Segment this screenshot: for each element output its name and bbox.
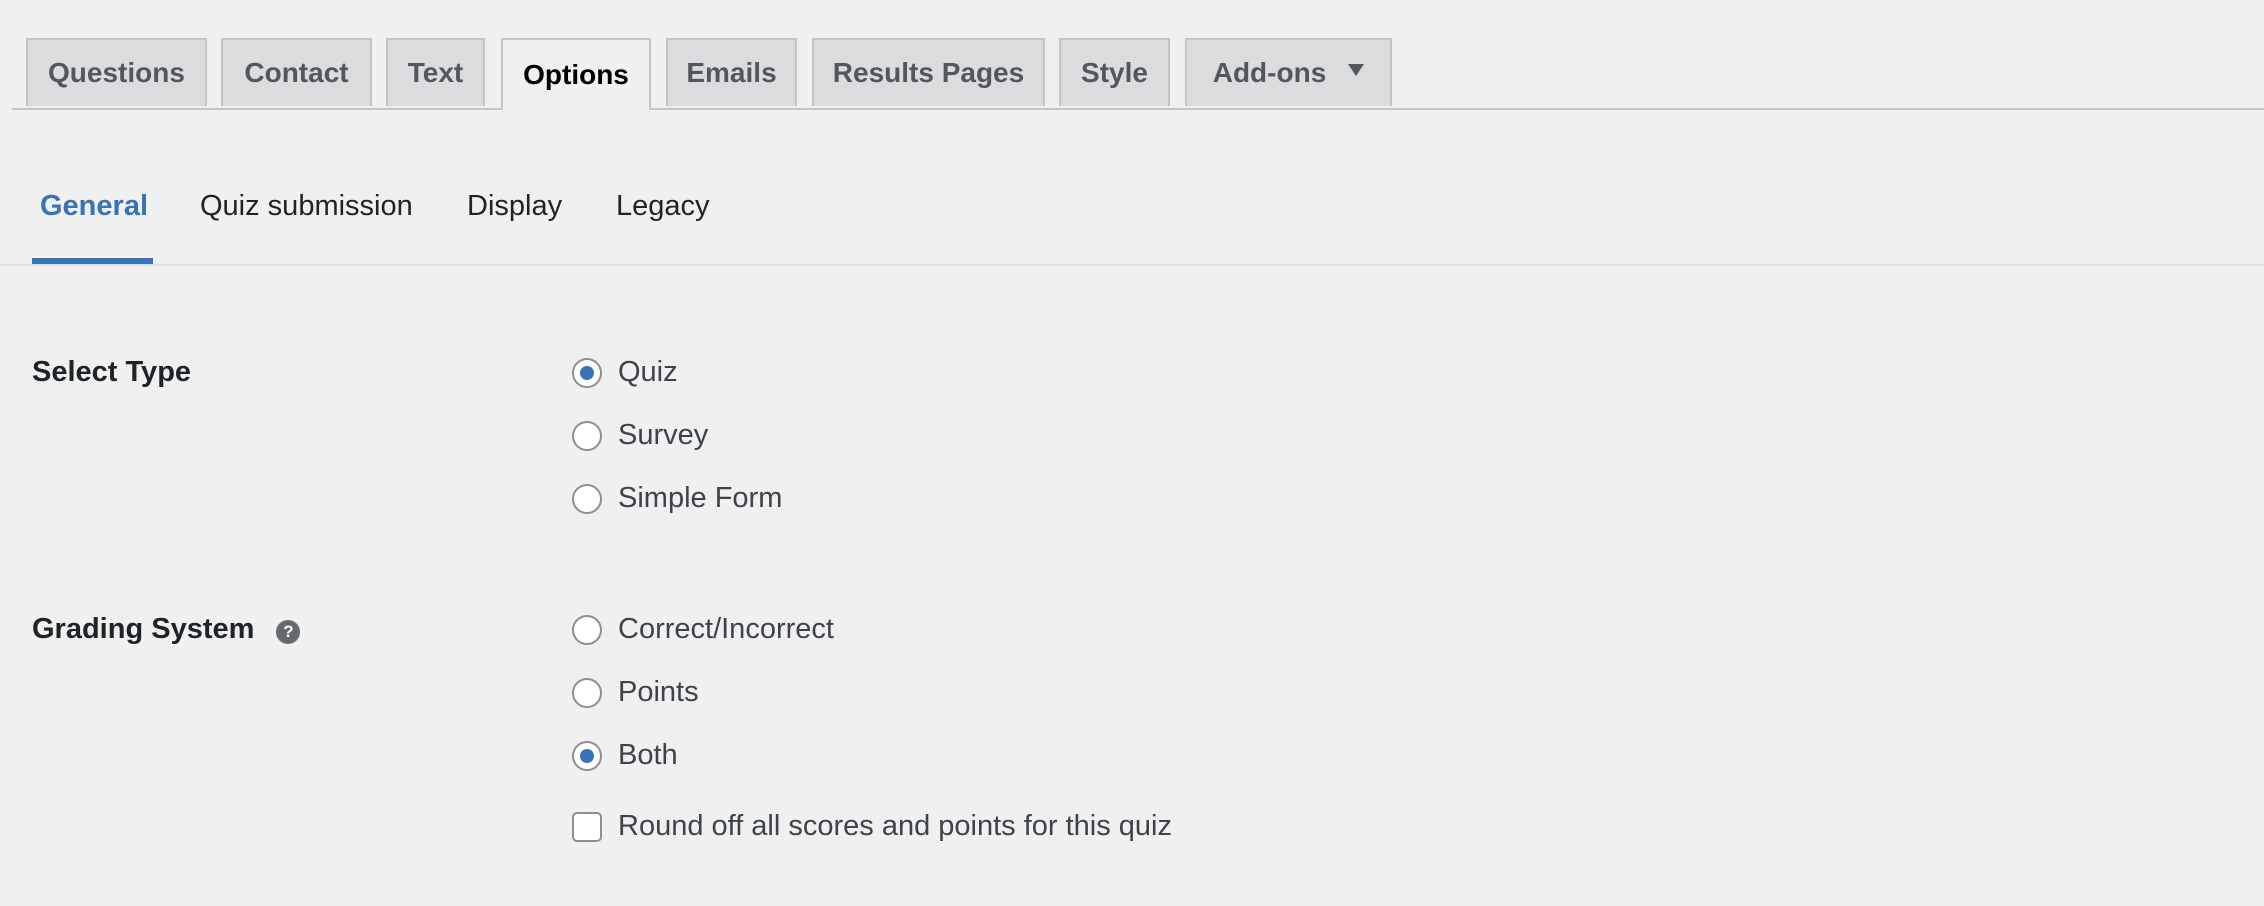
- select-type-survey-option[interactable]: Survey: [572, 419, 708, 452]
- option-label: Round off all scores and points for this…: [618, 810, 1173, 842]
- tab-label: Style: [1081, 57, 1148, 88]
- tab-questions[interactable]: Questions: [26, 38, 207, 106]
- survey-radio[interactable]: [572, 420, 602, 451]
- chevron-down-icon: [1348, 64, 1365, 76]
- subtab-label: Quiz submission: [200, 190, 413, 222]
- tab-text[interactable]: Text: [386, 38, 485, 106]
- subtab-quiz-submission[interactable]: Quiz submission: [200, 180, 413, 264]
- points-radio[interactable]: [572, 677, 602, 708]
- option-label: Correct/Incorrect: [618, 613, 834, 645]
- grading-correct-incorrect-option[interactable]: Correct/Incorrect: [572, 613, 834, 646]
- tab-options[interactable]: Options: [501, 38, 651, 110]
- subtab-label: Display: [467, 190, 563, 222]
- tab-contact[interactable]: Contact: [221, 38, 372, 106]
- tab-emails[interactable]: Emails: [666, 38, 797, 106]
- tab-add-ons[interactable]: Add-ons: [1185, 38, 1392, 106]
- tab-style[interactable]: Style: [1059, 38, 1170, 106]
- simple-form-radio[interactable]: [572, 483, 602, 514]
- help-icon[interactable]: ?: [276, 619, 301, 644]
- grading-system-label: Grading System ?: [32, 613, 301, 646]
- subtab-label: General: [40, 190, 148, 222]
- tab-label: Text: [407, 57, 464, 88]
- option-label: Both: [618, 739, 678, 771]
- subtab-legacy[interactable]: Legacy: [616, 180, 710, 264]
- option-label: Simple Form: [618, 482, 783, 514]
- subtab-label: Legacy: [616, 190, 710, 222]
- tab-results-pages[interactable]: Results Pages: [812, 38, 1045, 106]
- select-type-label: Select Type: [32, 356, 192, 388]
- tab-label: Add-ons: [1212, 57, 1327, 88]
- subtab-general[interactable]: General: [32, 180, 153, 264]
- nav-tab-bar: Questions Contact Text Options Emails Re…: [12, 38, 2264, 110]
- tab-label: Contact: [244, 57, 349, 88]
- tab-label: Questions: [48, 57, 185, 88]
- tab-label: Results Pages: [832, 57, 1025, 88]
- select-type-simple-form-option[interactable]: Simple Form: [572, 482, 782, 515]
- round-off-scores-option[interactable]: Round off all scores and points for this…: [572, 810, 1172, 843]
- option-label: Survey: [618, 419, 709, 451]
- grading-both-option[interactable]: Both: [572, 739, 678, 772]
- option-label: Points: [618, 676, 699, 708]
- select-type-quiz-option[interactable]: Quiz: [572, 356, 678, 389]
- quiz-radio[interactable]: [572, 357, 602, 388]
- subtab-display[interactable]: Display: [467, 180, 562, 264]
- both-radio[interactable]: [572, 740, 602, 771]
- options-subtab-bar: General Quiz submission Display Legacy: [0, 180, 2264, 266]
- option-label: Quiz: [618, 356, 678, 388]
- grading-points-option[interactable]: Points: [572, 676, 699, 709]
- round-off-checkbox[interactable]: [572, 811, 602, 842]
- correct-incorrect-radio[interactable]: [572, 614, 602, 645]
- tab-label: Emails: [686, 57, 777, 88]
- tab-label: Options: [523, 59, 629, 90]
